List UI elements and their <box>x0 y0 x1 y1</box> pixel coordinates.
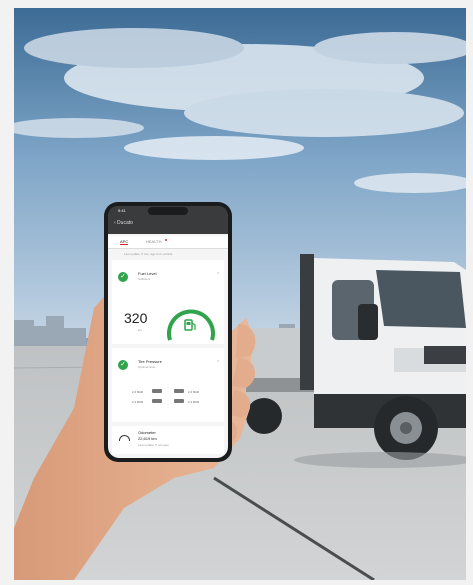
tab-health[interactable]: HEALTH <box>146 239 161 244</box>
fuel-range-unit: km <box>138 328 142 332</box>
last-update-note: Last update: 5 min. ago from vehicle <box>124 252 173 256</box>
odometer-value: 22,619 km <box>138 436 157 441</box>
tab-bar: APC HEALTH <box>108 236 228 249</box>
tire-reading-rr: 2.2 BAR <box>188 400 200 404</box>
tab-apc[interactable]: APC <box>120 239 129 245</box>
fuel-range-value: 320 <box>124 310 148 326</box>
fuel-gauge <box>167 309 215 341</box>
back-header[interactable]: ‹ Ducato <box>114 220 133 226</box>
odometer-subtitle: Last update: 5 min ago <box>138 443 169 447</box>
fuel-pump-icon <box>184 319 196 331</box>
tire-icon <box>152 399 162 403</box>
tire-subtitle: Optimal level <box>138 365 156 369</box>
odometer-card[interactable]: Odometer 22,619 km Last update: 5 min ag… <box>112 426 224 454</box>
tire-reading-fl: 2.2 BAR <box>132 390 144 394</box>
photo-frame: 9:41 ‹ Ducato APC HEALTH Last update: 5 … <box>14 8 466 580</box>
tire-icon <box>174 389 184 393</box>
tire-reading-fr: 2.2 BAR <box>188 390 200 394</box>
tire-ok-icon: ✓ <box>118 360 128 370</box>
chevron-up-icon[interactable]: ⌃ <box>216 272 220 278</box>
fuel-card[interactable]: ✓ Fuel Level Sufficient ⌃ 320 km <box>112 260 224 344</box>
alert-dot <box>165 239 167 241</box>
phone-screen: 9:41 ‹ Ducato APC HEALTH Last update: 5 … <box>108 206 228 458</box>
speedometer-icon <box>119 435 130 441</box>
tire-icon <box>174 399 184 403</box>
status-time: 9:41 <box>118 208 126 213</box>
fuel-ok-icon: ✓ <box>118 272 128 282</box>
fuel-title: Fuel Level <box>138 271 157 276</box>
tire-reading-rl: 2.2 BAR <box>132 400 144 404</box>
odometer-title: Odometer <box>138 430 156 435</box>
tire-icon <box>152 389 162 393</box>
tire-title: Tire Pressure <box>138 359 162 364</box>
fuel-subtitle: Sufficient <box>138 277 151 281</box>
chevron-up-icon[interactable]: ⌃ <box>216 360 220 366</box>
tire-card[interactable]: ✓ Tire Pressure Optimal level ⌃ 2.2 BAR … <box>112 348 224 422</box>
photo-scene <box>14 8 466 580</box>
